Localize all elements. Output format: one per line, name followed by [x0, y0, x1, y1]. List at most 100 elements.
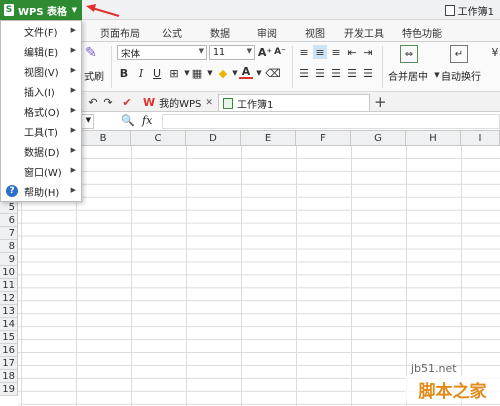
row-header[interactable]: 7: [0, 227, 18, 240]
column-header-e[interactable]: E: [241, 131, 296, 146]
wrap-text-label[interactable]: 自动换行: [441, 68, 481, 83]
chevron-down-icon[interactable]: ▼: [252, 66, 266, 80]
menu-item-label: 插入(I): [24, 87, 55, 99]
row-header[interactable]: 11: [0, 279, 18, 292]
align-bottom-icon[interactable]: ≡: [329, 45, 343, 59]
help-icon: ?: [6, 185, 18, 197]
menu-item-file[interactable]: 文件(F) ▶: [1, 21, 81, 41]
row-header[interactable]: 12: [0, 292, 18, 305]
menu-item-insert[interactable]: 插入(I) ▶: [1, 81, 81, 101]
menu-item-view[interactable]: 视图(V) ▶: [1, 61, 81, 81]
column-header-h[interactable]: H: [406, 131, 461, 146]
submenu-arrow-icon: ▶: [70, 166, 76, 174]
column-header-b[interactable]: B: [76, 131, 131, 146]
row-header[interactable]: 5: [0, 201, 18, 214]
submenu-arrow-icon: ▶: [70, 46, 76, 54]
close-icon[interactable]: ✕: [205, 98, 213, 108]
menu-item-label: 工具(T): [24, 127, 58, 139]
clear-format-icon[interactable]: ⌫: [265, 66, 281, 80]
watermark-url: jb51.net: [411, 362, 457, 375]
merge-center-icon[interactable]: ⇔: [400, 45, 418, 63]
bold-button[interactable]: B: [117, 66, 131, 80]
file-icon: [444, 5, 455, 16]
menu-item-tools[interactable]: 工具(T) ▶: [1, 121, 81, 141]
row-header[interactable]: 15: [0, 331, 18, 344]
row-header[interactable]: 17: [0, 357, 18, 370]
row-header[interactable]: 18: [0, 370, 18, 383]
italic-button[interactable]: I: [134, 66, 148, 80]
menu-item-label: 视图(V): [24, 67, 59, 79]
tab-data[interactable]: 数据: [210, 25, 230, 40]
grow-font-icon[interactable]: A⁺: [258, 45, 272, 59]
distributed-icon[interactable]: ☰: [361, 66, 375, 80]
chevron-down-icon: ▼: [246, 47, 252, 55]
format-painter-label[interactable]: 式刷: [84, 68, 104, 83]
indent-increase-icon[interactable]: ⇥: [361, 45, 375, 59]
merge-center-label[interactable]: 合并居中: [388, 68, 428, 83]
align-middle-icon[interactable]: ≡: [313, 45, 327, 59]
column-header-g[interactable]: G: [351, 131, 406, 146]
font-size-select[interactable]: 11 ▼: [209, 45, 255, 60]
tab-formulas[interactable]: 公式: [162, 25, 182, 40]
align-top-icon[interactable]: ≡: [297, 45, 311, 59]
font-name-value: 宋体: [121, 48, 141, 60]
menu-item-help[interactable]: ? 帮助(H) ▶: [1, 181, 81, 201]
wps-menu-label: WPS 表格: [18, 6, 68, 18]
separator: [111, 46, 112, 88]
column-header-c[interactable]: C: [131, 131, 186, 146]
column-header-f[interactable]: F: [296, 131, 351, 146]
justify-icon[interactable]: ☰: [345, 66, 359, 80]
row-header[interactable]: 8: [0, 240, 18, 253]
tab-review[interactable]: 审阅: [257, 25, 277, 40]
chevron-down-icon[interactable]: ▼: [86, 116, 91, 124]
red-arrow-annotation-icon: [86, 4, 120, 17]
wrap-text-icon[interactable]: ↵: [450, 45, 468, 63]
column-header-d[interactable]: D: [186, 131, 241, 146]
font-name-select[interactable]: 宋体 ▼: [117, 45, 207, 60]
tab-view[interactable]: 视图: [305, 25, 325, 40]
new-tab-button[interactable]: +: [374, 93, 387, 111]
fill-pattern-icon[interactable]: ▦: [190, 66, 204, 80]
title-bar: S WPS 表格 ▼ 工作簿1: [0, 0, 500, 20]
font-color-icon[interactable]: A: [239, 65, 253, 79]
pin-icon[interactable]: ✔: [120, 95, 134, 109]
indent-decrease-icon[interactable]: ⇤: [345, 45, 359, 59]
align-right-icon[interactable]: ☰: [329, 66, 343, 80]
underline-button[interactable]: U: [150, 66, 164, 80]
submenu-arrow-icon: ▶: [70, 146, 76, 154]
format-painter-icon[interactable]: ✎: [84, 45, 98, 61]
zoom-icon[interactable]: 🔍: [121, 114, 135, 127]
menu-item-edit[interactable]: 编辑(E) ▶: [1, 41, 81, 61]
row-header[interactable]: 13: [0, 305, 18, 318]
shrink-font-icon[interactable]: A⁻: [273, 45, 287, 59]
wps-s-icon: S: [4, 4, 14, 16]
menu-item-data[interactable]: 数据(D) ▶: [1, 141, 81, 161]
insert-function-icon[interactable]: fx: [142, 114, 152, 127]
row-header[interactable]: 9: [0, 253, 18, 266]
doc-tab-my-wps[interactable]: W 我的WPS ✕: [139, 94, 217, 111]
document-title: 工作簿1: [444, 3, 494, 18]
undo-icon[interactable]: ↶: [86, 95, 100, 109]
more-icon[interactable]: ¥: [488, 45, 500, 59]
row-header[interactable]: 6: [0, 214, 18, 227]
menu-item-format[interactable]: 格式(O) ▶: [1, 101, 81, 121]
menu-item-label: 格式(O): [24, 107, 60, 119]
redo-icon[interactable]: ↷: [101, 95, 115, 109]
align-center-icon[interactable]: ☰: [313, 66, 327, 80]
submenu-arrow-icon: ▶: [70, 66, 76, 74]
row-header[interactable]: 16: [0, 344, 18, 357]
column-header-i[interactable]: I: [461, 131, 500, 146]
row-header[interactable]: 19: [0, 383, 18, 396]
doc-tab-workbook1[interactable]: 工作簿1: [218, 94, 370, 111]
row-header[interactable]: 10: [0, 266, 18, 279]
tab-developer[interactable]: 开发工具: [344, 25, 384, 40]
formula-input[interactable]: [162, 114, 500, 129]
align-left-icon[interactable]: ☰: [297, 66, 311, 80]
borders-icon[interactable]: ⊞: [167, 66, 181, 80]
tab-special-features[interactable]: 特色功能: [402, 25, 442, 40]
chevron-down-icon[interactable]: ▼: [203, 66, 217, 80]
wps-menu-button[interactable]: S WPS 表格 ▼: [0, 0, 82, 20]
menu-item-window[interactable]: 窗口(W) ▶: [1, 161, 81, 181]
tab-page-layout[interactable]: 页面布局: [100, 25, 140, 40]
row-header[interactable]: 14: [0, 318, 18, 331]
